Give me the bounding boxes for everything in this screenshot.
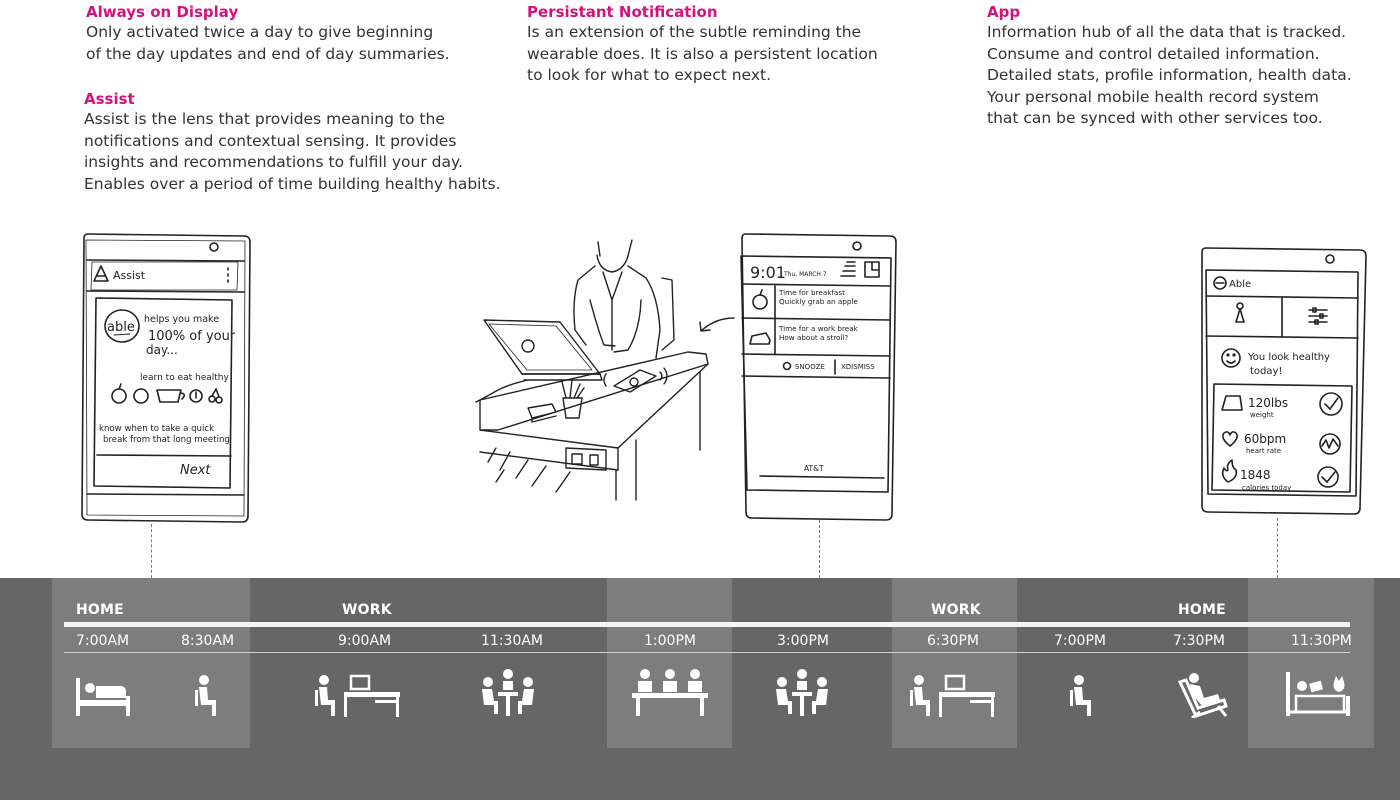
meeting-icon <box>774 668 830 718</box>
assist-phone-logo: able <box>107 320 135 335</box>
stat-value: 120lbs <box>1248 396 1288 410</box>
time-label: 11:30AM <box>481 633 544 649</box>
stat-value: 60bpm <box>1244 432 1286 446</box>
person-at-desk-sketch <box>475 239 735 501</box>
notification-phone-time: 9:01 <box>750 263 786 282</box>
person-at-desk-icon <box>910 668 996 718</box>
bed-icon <box>76 668 130 718</box>
place-label-work: WORK <box>342 602 392 618</box>
connector-line <box>151 524 152 578</box>
time-label: 6:30PM <box>927 633 979 649</box>
time-label: 9:00AM <box>338 633 392 649</box>
place-label-home: HOME <box>1178 602 1226 618</box>
dismiss-label: XDISMISS <box>841 363 875 371</box>
time-label: 7:00AM <box>76 633 130 649</box>
place-label-work: WORK <box>931 602 981 618</box>
app-phone-header: Able <box>1229 279 1251 290</box>
time-label: 7:00PM <box>1054 633 1106 649</box>
time-label: 8:30AM <box>181 633 235 649</box>
app-greeting-1: You look healthy <box>1247 352 1330 363</box>
app-greeting-2: today! <box>1250 366 1282 377</box>
time-label: 3:00PM <box>777 633 829 649</box>
lounge-chair-icon <box>1178 668 1230 718</box>
notification-1-line-2: Quickly grab an apple <box>779 297 858 306</box>
assist-phone-know-1: know when to take a quick <box>99 424 214 434</box>
bed-with-cat-icon <box>1286 668 1350 718</box>
assist-phone-helps-3: day... <box>146 343 178 357</box>
timeline-highlight <box>1248 578 1374 748</box>
sketch-layer: Assist able helps you make 100% of your … <box>81 233 1367 523</box>
place-label-home: HOME <box>76 602 124 618</box>
sketch-text: Assist able helps you make 100% of your … <box>99 263 1330 492</box>
assist-phone-next: Next <box>180 463 211 478</box>
person-at-desk-icon <box>315 668 401 718</box>
connector-line <box>1277 518 1278 578</box>
app-phone-sketch <box>1201 247 1367 515</box>
time-label: 7:30PM <box>1173 633 1225 649</box>
meeting-icon <box>480 668 536 718</box>
stat-label: weight <box>1250 411 1274 419</box>
timeline-highlight <box>607 578 732 748</box>
notification-2-line-1: Time for a work break <box>778 324 859 333</box>
notification-2-line-2: How about a stroll? <box>779 333 848 342</box>
connector-line <box>819 520 820 578</box>
assist-phone-know-2: break from that long meeting <box>103 435 230 445</box>
stat-label: calories today <box>1242 484 1291 492</box>
carrier-label: AT&T <box>804 464 824 473</box>
group-table-icon <box>632 668 708 718</box>
assist-phone-header: Assist <box>113 269 146 282</box>
seated-person-icon <box>195 668 219 718</box>
time-label: 11:30PM <box>1291 633 1352 649</box>
timeline-axis <box>64 622 1350 627</box>
notification-phone-date: Thu, MARCH 7 <box>783 271 827 278</box>
stat-value: 1848 <box>1240 468 1271 482</box>
notification-1-line-1: Time for breakfast <box>778 288 845 297</box>
assist-phone-learn: learn to eat healthy <box>140 373 229 383</box>
snooze-label: SNOOZE <box>795 363 825 371</box>
assist-phone-helps-1: helps you make <box>144 314 219 325</box>
assist-phone-helps-2: 100% of your <box>148 329 236 344</box>
stat-label: heart rate <box>1246 447 1281 455</box>
seated-person-icon <box>1070 668 1094 718</box>
timeline-axis-secondary <box>64 652 1350 653</box>
time-label: 1:00PM <box>644 633 696 649</box>
